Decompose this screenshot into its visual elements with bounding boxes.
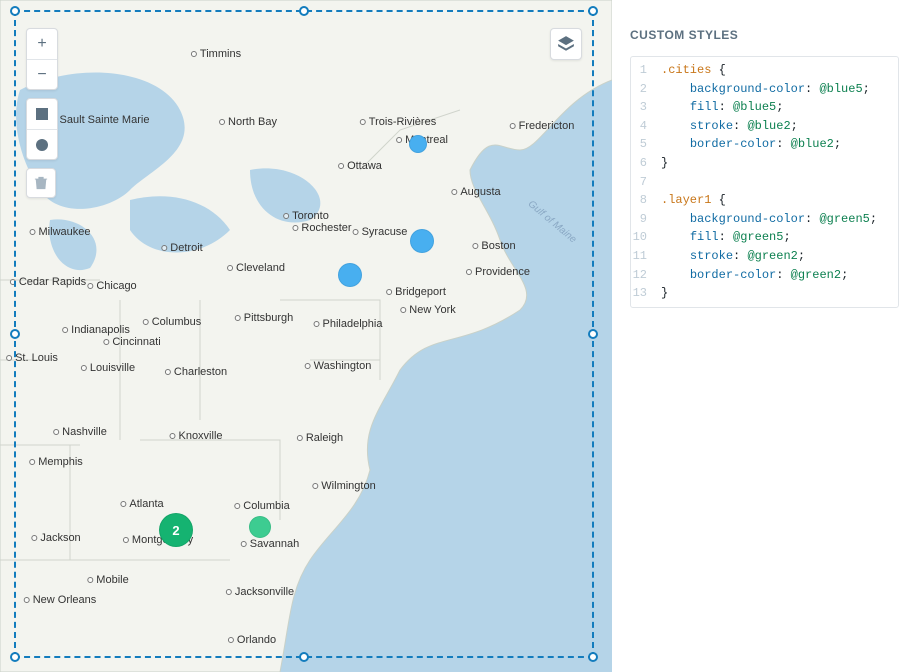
resize-handle[interactable] (588, 652, 598, 662)
code-content: stroke: @green2; (655, 247, 805, 266)
code-content: fill: @blue5; (655, 98, 783, 117)
code-line[interactable]: 8.layer1 { (631, 191, 898, 210)
minus-icon: − (37, 66, 46, 84)
resize-handle[interactable] (588, 6, 598, 16)
code-line[interactable]: 6} (631, 154, 898, 173)
code-content: .layer1 { (655, 191, 726, 210)
line-number: 10 (631, 228, 655, 247)
zoom-in-button[interactable]: + (27, 29, 57, 59)
code-content (655, 173, 668, 192)
rectangle-tool-button[interactable] (27, 99, 57, 129)
trash-icon (34, 176, 48, 190)
line-number: 2 (631, 80, 655, 99)
layers-icon (557, 35, 575, 53)
line-number: 4 (631, 117, 655, 136)
code-line[interactable]: 10 fill: @green5; (631, 228, 898, 247)
zoom-controls: + − (26, 28, 58, 90)
line-number: 12 (631, 266, 655, 285)
code-line[interactable]: 4 stroke: @blue2; (631, 117, 898, 136)
code-content: background-color: @blue5; (655, 80, 870, 99)
code-line[interactable]: 1.cities { (631, 57, 898, 80)
line-number: 3 (631, 98, 655, 117)
code-content: background-color: @green5; (655, 210, 877, 229)
code-line[interactable]: 11 stroke: @green2; (631, 247, 898, 266)
plus-icon: + (37, 35, 46, 53)
code-line[interactable]: 5 border-color: @blue2; (631, 135, 898, 154)
resize-handle[interactable] (10, 6, 20, 16)
resize-handle[interactable] (299, 6, 309, 16)
circle-icon (36, 139, 48, 151)
resize-handle[interactable] (10, 652, 20, 662)
resize-handle[interactable] (299, 652, 309, 662)
circle-tool-button[interactable] (27, 129, 57, 159)
code-line[interactable]: 3 fill: @blue5; (631, 98, 898, 117)
line-number: 1 (631, 61, 655, 80)
code-content: border-color: @blue2; (655, 135, 841, 154)
code-editor[interactable]: 1.cities {2 background-color: @blue5;3 f… (630, 56, 899, 308)
code-content: } (655, 154, 668, 173)
resize-handle[interactable] (588, 329, 598, 339)
line-number: 11 (631, 247, 655, 266)
line-number: 7 (631, 173, 655, 192)
code-line[interactable]: 13} (631, 284, 898, 307)
shape-controls (26, 98, 58, 160)
square-icon (36, 108, 48, 120)
sidebar: CUSTOM STYLES 1.cities {2 background-col… (612, 0, 917, 672)
line-number: 13 (631, 284, 655, 303)
code-content: } (655, 284, 668, 303)
layers-button[interactable] (550, 28, 582, 60)
code-content: fill: @green5; (655, 228, 791, 247)
line-number: 8 (631, 191, 655, 210)
code-line[interactable]: 2 background-color: @blue5; (631, 80, 898, 99)
code-line[interactable]: 9 background-color: @green5; (631, 210, 898, 229)
resize-handle[interactable] (10, 329, 20, 339)
selection-box[interactable] (14, 10, 594, 658)
code-content: stroke: @blue2; (655, 117, 798, 136)
code-content: border-color: @green2; (655, 266, 848, 285)
line-number: 6 (631, 154, 655, 173)
line-number: 9 (631, 210, 655, 229)
code-line[interactable]: 12 border-color: @green2; (631, 266, 898, 285)
trash-button[interactable] (26, 168, 56, 198)
code-line[interactable]: 7 (631, 173, 898, 192)
code-content: .cities { (655, 61, 726, 80)
sidebar-title: CUSTOM STYLES (630, 28, 899, 42)
line-number: 5 (631, 135, 655, 154)
zoom-out-button[interactable]: − (27, 59, 57, 89)
map-container[interactable]: Gulf of Maine Sault Sainte MarieTimminsN… (0, 0, 612, 672)
